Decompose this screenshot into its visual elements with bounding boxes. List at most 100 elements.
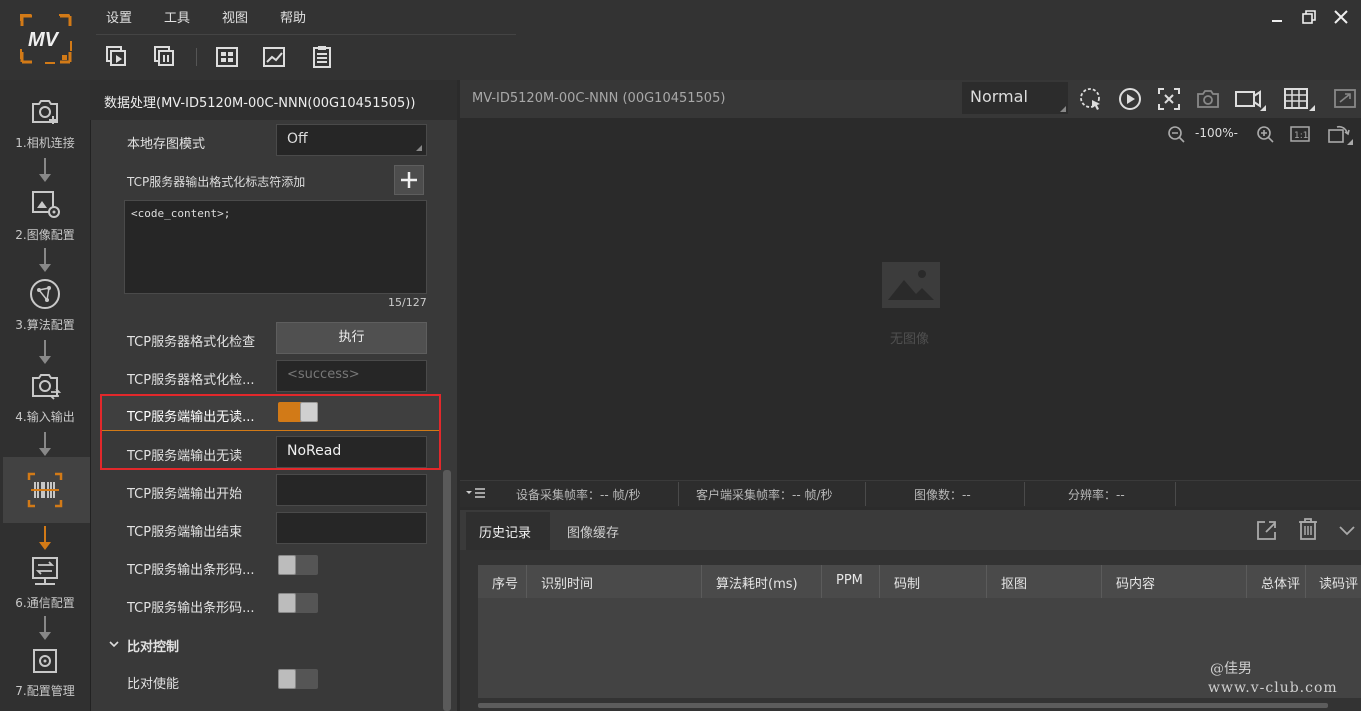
barcode-output1-toggle[interactable] [278, 555, 318, 575]
zoom-level: -100%- [1195, 126, 1238, 140]
image-count-stat: 图像数：-- [914, 488, 971, 502]
local-save-mode-label: 本地存图模式 [127, 137, 206, 152]
collapse-chevron-icon[interactable] [1337, 522, 1357, 538]
format-check-result-placeholder: <success> [287, 367, 360, 382]
display-mode-select[interactable]: Normal [962, 82, 1068, 114]
col-ppm[interactable]: PPM [836, 573, 863, 588]
clipboard-icon[interactable] [309, 44, 335, 70]
execute-button[interactable]: 执行 [276, 322, 427, 354]
format-textarea[interactable]: <code_content>; [124, 200, 427, 294]
app-logo: MV [20, 14, 72, 64]
format-text: <code_content>; [131, 207, 231, 220]
toggle-knob [278, 669, 296, 689]
snapshot-camera-icon[interactable] [1195, 86, 1221, 112]
fit-window-icon[interactable] [1156, 86, 1182, 112]
toggle-knob [278, 555, 296, 575]
format-check-label: TCP服务器格式化检查 [127, 335, 256, 350]
close-icon[interactable] [1332, 8, 1350, 26]
compare-enable-label: 比对使能 [127, 677, 180, 692]
column-separator [526, 565, 527, 598]
actual-size-icon[interactable]: 1:1 [1289, 124, 1311, 144]
barcode-output2-toggle[interactable] [278, 593, 318, 613]
nav-item-data-processing[interactable] [0, 470, 90, 510]
tab-history[interactable]: 历史记录 [479, 522, 531, 541]
nav-item-image-config[interactable]: 2.图像配置 [0, 184, 90, 243]
config-management-icon [25, 644, 65, 680]
nav-arrow-down-icon [36, 338, 54, 366]
dropdown-corner-icon [416, 145, 422, 151]
zoom-in-icon[interactable] [1255, 124, 1275, 144]
nav-label: 4.输入输出 [15, 410, 75, 424]
communication-icon [25, 552, 65, 592]
col-symbology[interactable]: 码制 [894, 573, 920, 592]
dropdown-corner-icon [1060, 106, 1066, 112]
nav-label: 6.通信配置 [15, 596, 75, 610]
nav-arrow-down-icon [36, 430, 54, 458]
svg-text:MV: MV [28, 29, 60, 51]
delete-icon[interactable] [1296, 516, 1320, 542]
local-save-mode-select[interactable]: Off [276, 124, 427, 156]
layout-icon[interactable] [214, 44, 240, 70]
stat-separator [865, 482, 866, 506]
nav-item-io[interactable]: 4.输入输出 [0, 366, 90, 425]
col-time[interactable]: 识别时间 [541, 573, 593, 592]
col-index[interactable]: 序号 [492, 573, 518, 592]
output-start-field[interactable] [276, 474, 427, 506]
tab-image-cache[interactable]: 图像缓存 [567, 522, 619, 541]
fullscreen-icon[interactable] [1332, 86, 1358, 112]
panel-scrollbar[interactable] [443, 470, 451, 711]
menu-help[interactable]: 帮助 [280, 7, 306, 26]
menu-divider [96, 34, 516, 35]
display-mode-value: Normal [970, 87, 1028, 106]
menu-view[interactable]: 视图 [222, 7, 248, 26]
export-icon[interactable] [1255, 518, 1279, 542]
barcode-output2-label: TCP服务输出条形码... [127, 601, 255, 616]
menu-settings[interactable]: 设置 [106, 7, 132, 26]
column-separator [821, 565, 822, 598]
resolution-stat: 分辨率：-- [1068, 488, 1125, 502]
device-fps-stat: 设备采集帧率：-- 帧/秒 [516, 488, 641, 502]
plus-icon [401, 172, 417, 188]
col-read-grade[interactable]: 读码评 [1319, 573, 1358, 592]
nav-item-camera-connect[interactable]: 1.相机连接 [0, 92, 90, 151]
chart-icon[interactable] [261, 44, 287, 70]
add-format-button[interactable] [394, 165, 424, 195]
nav-label: 3.算法配置 [15, 318, 75, 332]
col-overall-grade[interactable]: 总体评 [1261, 573, 1300, 592]
nav-item-config-management[interactable]: 7.配置管理 [0, 644, 90, 699]
record-video-icon[interactable] [1234, 86, 1266, 112]
col-algo-time[interactable]: 算法耗时(ms) [716, 573, 798, 592]
start-capture-icon[interactable] [104, 44, 130, 70]
horizontal-scrollbar[interactable] [478, 703, 1328, 708]
restore-icon[interactable] [1300, 8, 1318, 26]
column-separator [879, 565, 880, 598]
output-end-field[interactable] [276, 512, 427, 544]
column-separator [986, 565, 987, 598]
output-start-label: TCP服务端输出开始 [127, 487, 243, 502]
compare-enable-toggle[interactable] [278, 669, 318, 689]
play-icon[interactable] [1117, 86, 1143, 112]
minimize-icon[interactable] [1268, 8, 1286, 26]
nav-item-communication[interactable]: 6.通信配置 [0, 552, 90, 611]
output-end-label: TCP服务端输出结束 [127, 525, 243, 540]
menu-tools[interactable]: 工具 [164, 7, 190, 26]
camera-link-icon [25, 92, 65, 132]
rotate-icon[interactable] [1325, 122, 1353, 146]
viewer-title: MV-ID5120M-00C-NNN (00G10451505) [472, 91, 726, 106]
col-code-content[interactable]: 码内容 [1116, 573, 1155, 592]
chevron-down-icon [109, 641, 119, 648]
zoom-out-icon[interactable] [1166, 124, 1186, 144]
stop-capture-icon[interactable] [152, 44, 178, 70]
barcode-scan-icon [25, 470, 65, 510]
nav-arrow-down-icon [36, 246, 54, 274]
stats-menu-icon[interactable] [465, 486, 487, 500]
client-fps-stat: 客户端采集帧率：-- 帧/秒 [696, 488, 833, 502]
roi-select-icon[interactable] [1078, 86, 1104, 112]
col-crop[interactable]: 抠图 [1001, 573, 1027, 592]
io-icon [25, 366, 65, 406]
grid-layout-icon[interactable] [1283, 86, 1315, 112]
nav-item-algorithm-config[interactable]: 3.算法配置 [0, 274, 90, 333]
format-check-result-field[interactable]: <success> [276, 360, 427, 392]
image-canvas[interactable] [460, 150, 1361, 480]
svg-text:1:1: 1:1 [1294, 131, 1308, 141]
